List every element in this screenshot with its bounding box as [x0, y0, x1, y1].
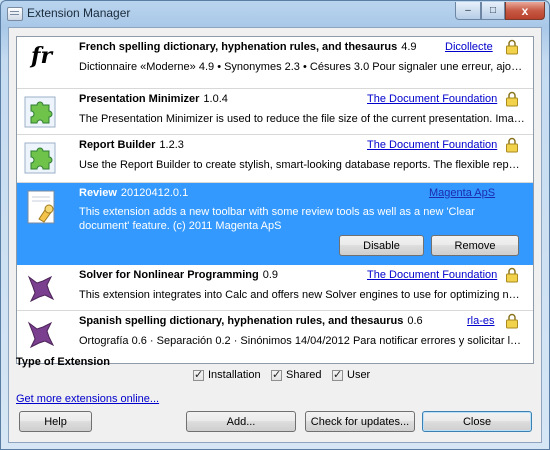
extension-name: French spelling dictionary, hyphenation … — [79, 41, 417, 53]
checkbox-label: User — [347, 369, 371, 381]
maximize-button[interactable]: □ — [481, 2, 505, 20]
publisher-link[interactable]: Magenta ApS — [429, 187, 495, 199]
lock-icon — [506, 137, 518, 153]
publisher-link[interactable]: The Document Foundation — [367, 139, 497, 151]
extension-description: Dictionnaire «Moderne» 4.9 • Synonymes 2… — [79, 61, 525, 73]
checkbox-box[interactable] — [332, 368, 343, 381]
extension-name: Review 20120412.0.1 — [79, 187, 189, 199]
generic-extension-icon — [27, 275, 55, 303]
disable-button[interactable]: Disable — [339, 235, 424, 256]
close-button[interactable]: Close — [422, 411, 532, 432]
check-for-updates-button[interactable]: Check for updates... — [305, 411, 415, 432]
lock-icon — [506, 91, 518, 107]
fr-text-icon: fr — [31, 43, 53, 69]
extension-description: Ortografía 0.6 · Separación 0.2 · Sinóni… — [79, 335, 525, 347]
checkbox-label: Shared — [286, 369, 322, 381]
extension-name: Solver for Nonlinear Programming 0.9 — [79, 269, 278, 281]
puzzle-piece-icon — [24, 142, 56, 174]
extension-description: This extension integrates into Calc and … — [79, 289, 525, 301]
publisher-link[interactable]: The Document Foundation — [367, 269, 497, 281]
lock-icon — [506, 313, 518, 329]
generic-extension-icon — [27, 321, 55, 349]
window-title: Extension Manager — [27, 6, 131, 20]
publisher-link[interactable]: rla-es — [467, 315, 495, 327]
shared-checkbox[interactable]: Shared — [271, 368, 322, 381]
publisher-link[interactable]: Dicollecte — [445, 41, 493, 53]
extension-item-french[interactable]: fr French spelling dictionary, hyphenati… — [17, 37, 533, 89]
extension-name: Presentation Minimizer 1.0.4 — [79, 93, 228, 105]
user-checkbox[interactable]: User — [332, 368, 371, 381]
extension-description: This extension adds a new toolbar with s… — [79, 206, 475, 232]
minimize-button[interactable]: – — [455, 2, 481, 20]
installation-checkbox[interactable]: Installation — [193, 368, 261, 381]
add-button[interactable]: Add... — [186, 411, 296, 432]
window-close-button[interactable]: x — [505, 2, 545, 20]
extension-item-solver[interactable]: Solver for Nonlinear Programming 0.9 The … — [17, 265, 533, 311]
publisher-link[interactable]: The Document Foundation — [367, 93, 497, 105]
extension-manager-window: Extension Manager – □ x fr French spelli… — [0, 0, 550, 450]
window-icon — [7, 7, 23, 21]
title-bar[interactable]: Extension Manager – □ x — [1, 1, 549, 27]
extension-name: Spanish spelling dictionary, hyphenation… — [79, 315, 423, 327]
lock-icon — [506, 267, 518, 283]
puzzle-piece-icon — [24, 96, 56, 128]
get-more-extensions-link[interactable]: Get more extensions online... — [16, 393, 159, 405]
extension-description: Use the Report Builder to create stylish… — [79, 159, 525, 171]
extension-item-report-builder[interactable]: Report Builder 1.2.3 The Document Foundat… — [17, 135, 533, 183]
extension-item-presentation-minimizer[interactable]: Presentation Minimizer 1.0.4 The Document… — [17, 89, 533, 135]
checkbox-box[interactable] — [271, 368, 282, 381]
lock-icon — [506, 39, 518, 55]
extension-list[interactable]: fr French spelling dictionary, hyphenati… — [16, 36, 534, 364]
checkbox-box[interactable] — [193, 368, 204, 381]
dialog-body: fr French spelling dictionary, hyphenati… — [8, 27, 542, 443]
remove-button[interactable]: Remove — [431, 235, 519, 256]
extension-item-review[interactable]: Review 20120412.0.1 Magenta ApS This exte… — [17, 183, 533, 265]
checkbox-label: Installation — [208, 369, 261, 381]
extension-name: Report Builder 1.2.3 — [79, 139, 184, 151]
help-button[interactable]: Help — [19, 411, 92, 432]
extension-description: The Presentation Minimizer is used to re… — [79, 113, 525, 125]
review-document-icon — [27, 190, 55, 224]
type-of-extension-label: Type of Extension — [16, 356, 110, 368]
